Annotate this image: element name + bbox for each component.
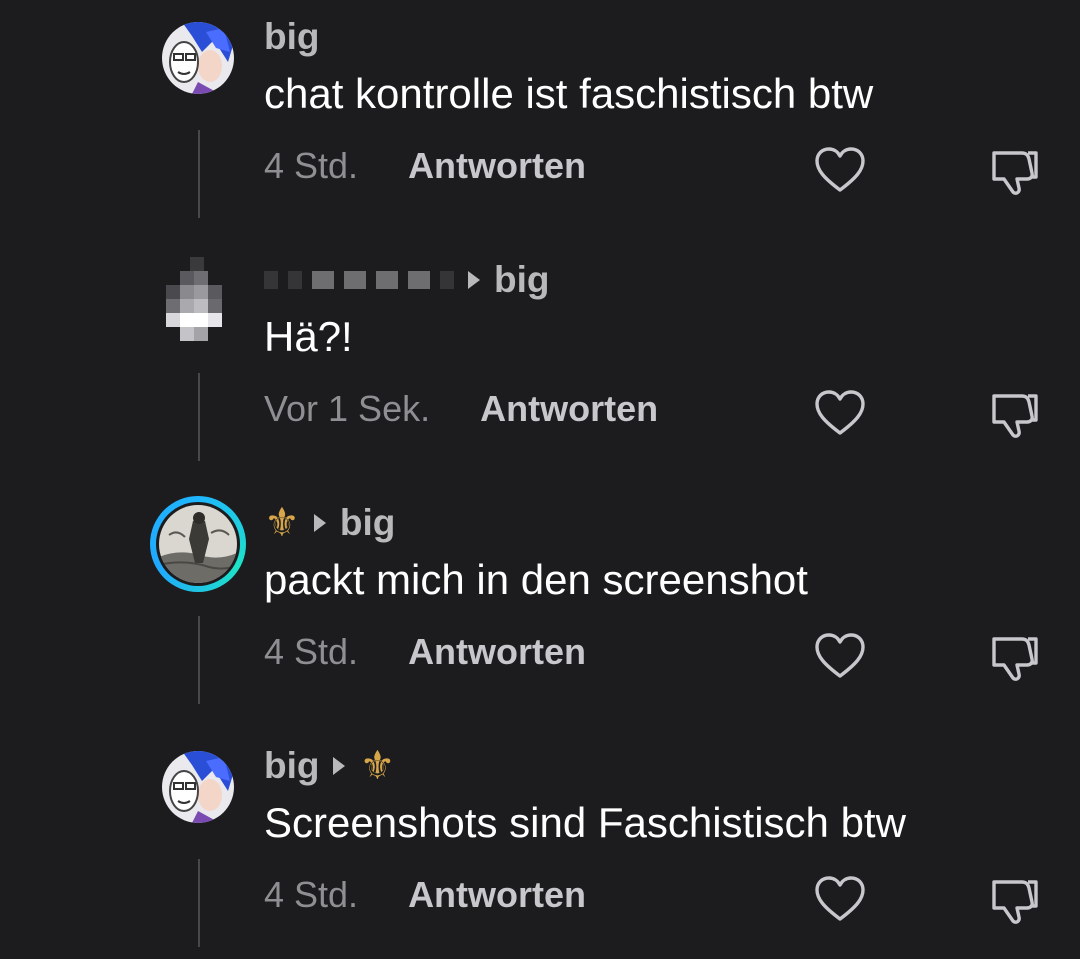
pixelated-avatar-icon <box>166 257 222 341</box>
author-name[interactable]: big <box>264 16 319 58</box>
comment-text: Hä?! <box>264 313 353 360</box>
thread-line <box>198 130 200 218</box>
engraving-avatar-icon <box>159 505 237 583</box>
anime-avatar-icon <box>162 751 234 823</box>
dislike-button[interactable] <box>986 629 1042 685</box>
comment-thread: big chat kontrolle ist faschistisch btw … <box>0 0 1080 959</box>
comment-header: big ⚜ <box>264 743 395 789</box>
reply-arrow-icon <box>333 757 346 775</box>
like-button[interactable] <box>812 143 868 199</box>
thumbs-down-outline-icon <box>992 880 1038 924</box>
user-avatar-story-ring[interactable] <box>150 496 246 592</box>
timestamp: Vor 1 Sek. <box>264 388 431 429</box>
thread-line <box>198 616 200 704</box>
reply-to-name[interactable]: big <box>340 502 395 544</box>
timestamp: 4 Std. <box>264 631 359 672</box>
reply-arrow-icon <box>468 271 480 289</box>
dislike-button[interactable] <box>986 872 1042 928</box>
thumbs-down-outline-icon <box>992 637 1038 681</box>
comment-header: big <box>264 14 319 60</box>
like-button[interactable] <box>812 872 868 928</box>
thread-line <box>198 859 200 947</box>
comment-header: big <box>264 257 549 303</box>
author-name[interactable]: big <box>264 745 319 787</box>
timestamp: 4 Std. <box>264 874 359 915</box>
reply-to-name[interactable]: big <box>494 259 549 301</box>
comment-header: ⚜ big <box>264 500 395 546</box>
user-avatar[interactable] <box>162 22 234 94</box>
redacted-author-name <box>264 271 454 289</box>
dislike-button[interactable] <box>986 143 1042 199</box>
comment-meta: 4 Std. Antworten <box>264 631 586 673</box>
comment-text: packt mich in den screenshot <box>264 556 808 603</box>
comment-text: chat kontrolle ist faschistisch btw <box>264 70 874 117</box>
timestamp: 4 Std. <box>264 145 359 186</box>
dislike-button[interactable] <box>986 386 1042 442</box>
fleur-de-lis-icon[interactable]: ⚜ <box>359 746 395 786</box>
comment-meta: 4 Std. Antworten <box>264 145 586 187</box>
reply-button[interactable]: Antworten <box>408 145 586 187</box>
heart-outline-icon <box>815 390 865 435</box>
reply-button[interactable]: Antworten <box>480 388 658 430</box>
user-avatar[interactable] <box>162 751 234 823</box>
user-avatar[interactable] <box>160 257 232 347</box>
like-button[interactable] <box>812 386 868 442</box>
reply-arrow-icon <box>313 514 326 532</box>
thread-line <box>198 373 200 461</box>
heart-outline-icon <box>815 147 865 192</box>
heart-outline-icon <box>815 633 865 678</box>
anime-avatar-icon <box>162 22 234 94</box>
thumbs-down-outline-icon <box>992 151 1038 195</box>
comment-meta: 4 Std. Antworten <box>264 874 586 916</box>
reply-button[interactable]: Antworten <box>408 874 586 916</box>
comment-text: Screenshots sind Faschistisch btw <box>264 799 906 846</box>
fleur-de-lis-icon[interactable]: ⚜ <box>264 503 300 543</box>
thumbs-down-outline-icon <box>992 394 1038 438</box>
heart-outline-icon <box>815 876 865 921</box>
comment-meta: Vor 1 Sek. Antworten <box>264 388 658 430</box>
like-button[interactable] <box>812 629 868 685</box>
reply-button[interactable]: Antworten <box>408 631 586 673</box>
